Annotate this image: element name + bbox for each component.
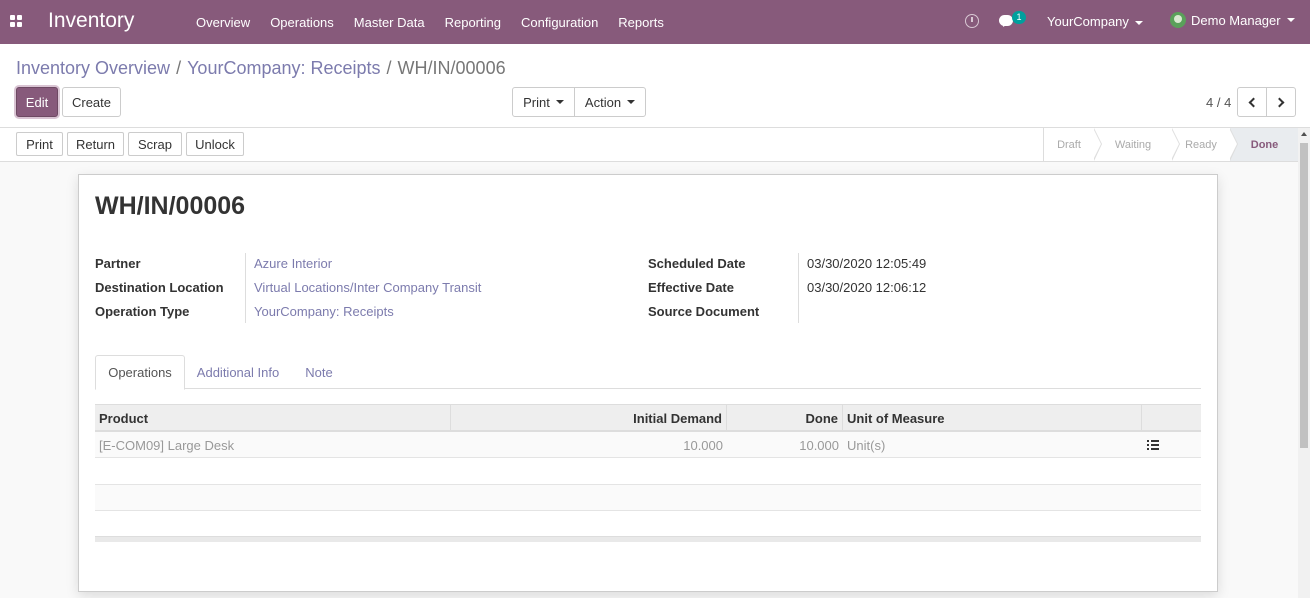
field-divider <box>245 253 246 323</box>
scheduled-date-label: Scheduled Date <box>648 256 746 271</box>
activity-clock-icon[interactable] <box>965 14 979 28</box>
chevron-left-icon <box>1248 97 1259 107</box>
chat-icon[interactable] <box>999 15 1013 26</box>
pager-previous-button[interactable] <box>1237 87 1267 117</box>
scheduled-date-value: 03/30/2020 12:05:49 <box>807 256 927 271</box>
chevron-right-icon <box>1274 97 1285 107</box>
main-menu: Overview Operations Master Data Reportin… <box>186 0 674 44</box>
table-row <box>95 459 1201 485</box>
tab-note[interactable]: Note <box>294 355 344 389</box>
column-done[interactable]: Done <box>727 405 843 431</box>
stage-label: Ready <box>1185 138 1217 151</box>
breadcrumb-receipts[interactable]: YourCompany: Receipts <box>187 58 380 79</box>
create-button[interactable]: Create <box>62 87 121 117</box>
avatar <box>1170 12 1186 28</box>
cell-initial-demand: 10.000 <box>683 437 723 453</box>
return-button[interactable]: Return <box>67 132 124 156</box>
print-button[interactable]: Print <box>16 132 63 156</box>
menu-configuration[interactable]: Configuration <box>511 15 608 30</box>
menu-overview[interactable]: Overview <box>186 15 260 30</box>
chevron-down-icon <box>1286 18 1295 22</box>
form-header: Print Return Scrap Unlock Draft Waiting … <box>0 128 1299 162</box>
menu-reports[interactable]: Reports <box>608 15 674 30</box>
column-initial-demand[interactable]: Initial Demand <box>451 405 727 431</box>
cell-product: [E-COM09] Large Desk <box>99 437 235 453</box>
scroll-up-icon[interactable] <box>1301 132 1307 136</box>
company-switcher[interactable]: YourCompany <box>1047 14 1143 29</box>
effective-date-value: 03/30/2020 12:06:12 <box>807 280 927 295</box>
stage-draft: Draft <box>1044 128 1102 161</box>
stage-label: Done <box>1250 138 1279 151</box>
cell-unit-of-measure: Unit(s) <box>847 437 886 453</box>
form-sheet: WH/IN/00006 Partner Destination Location… <box>78 174 1218 592</box>
company-name: YourCompany <box>1047 14 1129 29</box>
edit-button[interactable]: Edit <box>16 87 58 117</box>
user-menu[interactable]: Demo Manager <box>1170 12 1295 28</box>
pager-value[interactable]: 4 / 4 <box>1206 95 1231 110</box>
top-navbar: Inventory Overview Operations Master Dat… <box>0 0 1310 44</box>
partner-label: Partner <box>95 256 141 271</box>
tab-operations[interactable]: Operations <box>95 355 185 390</box>
operation-type-value[interactable]: YourCompany: Receipts <box>254 304 394 319</box>
table-header: Product Initial Demand Done Unit of Meas… <box>95 404 1201 432</box>
chevron-down-icon <box>555 100 564 104</box>
statusbar: Draft Waiting Ready Done <box>1043 128 1299 161</box>
pager-next-button[interactable] <box>1266 87 1296 117</box>
field-divider <box>798 253 799 323</box>
page-scrollbar[interactable] <box>1298 128 1310 598</box>
operation-type-label: Operation Type <box>95 304 190 319</box>
source-document-label: Source Document <box>648 304 760 319</box>
print-dropdown[interactable]: Print <box>512 87 575 117</box>
stage-label: Waiting <box>1114 138 1152 151</box>
stage-done: Done <box>1230 128 1299 161</box>
menu-reporting[interactable]: Reporting <box>435 15 511 30</box>
stage-ready: Ready <box>1172 128 1238 161</box>
column-unit-of-measure[interactable]: Unit of Measure <box>843 405 1142 431</box>
breadcrumb-inventory-overview[interactable]: Inventory Overview <box>16 58 170 79</box>
action-label: Action <box>584 94 622 110</box>
chevron-down-icon <box>627 100 636 104</box>
destination-location-label: Destination Location <box>95 280 224 295</box>
scrap-button[interactable]: Scrap <box>128 132 182 156</box>
breadcrumb-separator: / <box>386 58 392 78</box>
notebook-tabs: Operations Additional Info Note <box>95 355 1201 390</box>
table-row[interactable]: [E-COM09] Large Desk 10.000 10.000 Unit(… <box>95 432 1201 458</box>
partner-value[interactable]: Azure Interior <box>254 256 332 271</box>
stage-waiting: Waiting <box>1094 128 1180 161</box>
breadcrumb-current: WH/IN/00006 <box>397 58 506 78</box>
breadcrumb: Inventory Overview / YourCompany: Receip… <box>16 58 506 79</box>
chat-badge: 1 <box>1012 11 1026 24</box>
menu-operations[interactable]: Operations <box>260 15 344 30</box>
scrollbar-thumb[interactable] <box>1300 143 1308 448</box>
detailed-operations-icon[interactable] <box>1147 440 1159 450</box>
print-label: Print <box>523 94 550 110</box>
stage-label: Draft <box>1057 138 1081 151</box>
cell-done: 10.000 <box>799 437 839 453</box>
unlock-button[interactable]: Unlock <box>186 132 244 156</box>
column-product[interactable]: Product <box>95 405 451 431</box>
destination-location-value[interactable]: Virtual Locations/Inter Company Transit <box>254 280 481 295</box>
control-panel: Inventory Overview / YourCompany: Receip… <box>0 44 1310 128</box>
app-title[interactable]: Inventory <box>48 9 134 33</box>
record-title: WH/IN/00006 <box>95 192 246 220</box>
table-row <box>95 511 1201 537</box>
breadcrumb-separator: / <box>176 58 182 78</box>
tab-additional-info[interactable]: Additional Info <box>189 355 287 389</box>
chevron-down-icon <box>1134 20 1143 25</box>
apps-menu-icon[interactable] <box>10 15 22 27</box>
table-row <box>95 485 1201 511</box>
action-dropdown[interactable]: Action <box>574 87 646 117</box>
user-name: Demo Manager <box>1191 12 1281 28</box>
effective-date-label: Effective Date <box>648 280 734 295</box>
menu-master-data[interactable]: Master Data <box>344 15 435 30</box>
table-footer <box>95 536 1201 542</box>
